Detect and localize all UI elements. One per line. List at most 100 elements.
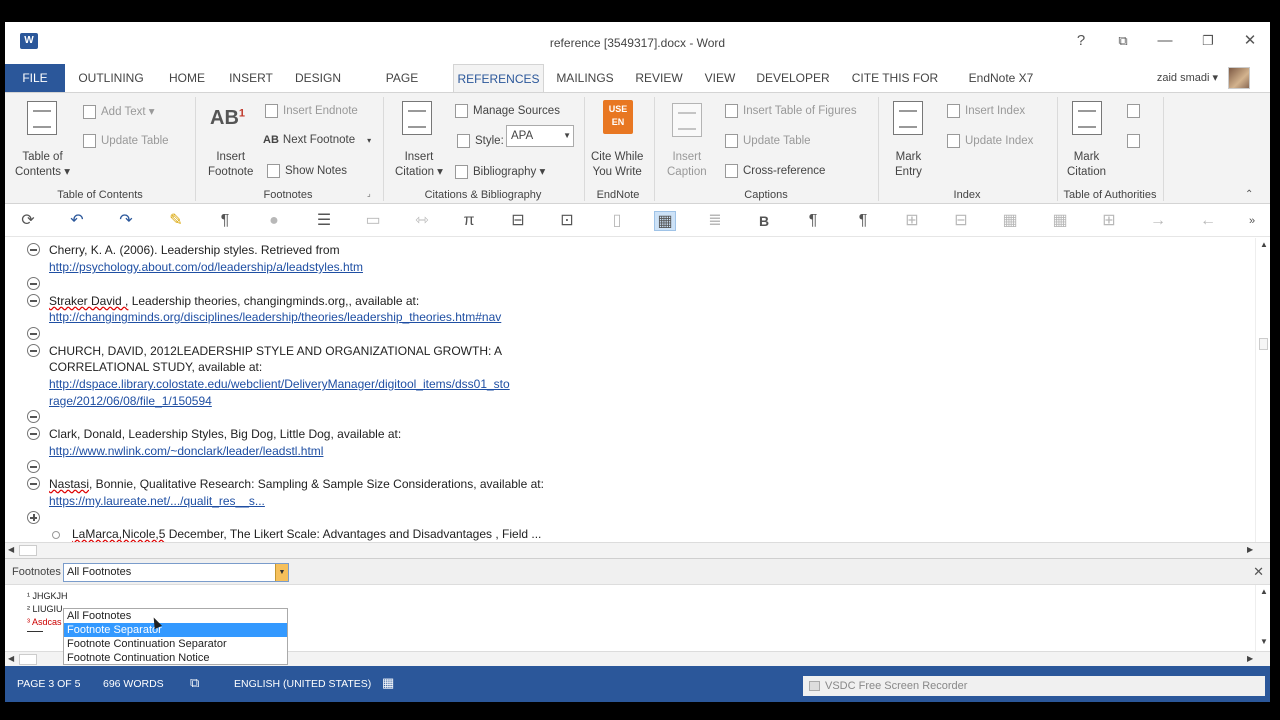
circle-icon[interactable]: ● [263, 211, 285, 231]
footnote-line[interactable]: ¹ JHGKJH [27, 591, 68, 601]
reference-link[interactable]: https://my.laureate.net/.../qualit_res__… [49, 494, 265, 508]
scroll-thumb[interactable] [19, 545, 37, 556]
columns-icon[interactable]: ⊟ [507, 211, 529, 231]
collapse-icon[interactable] [27, 427, 40, 440]
reference-link[interactable]: http://psychology.about.com/od/leadershi… [49, 260, 363, 274]
shading-icon[interactable]: ▭ [362, 211, 384, 231]
scroll-right-icon[interactable]: ▶ [1247, 654, 1253, 663]
reference-link[interactable]: http://changingminds.org/disciplines/lea… [49, 310, 501, 324]
collapse-icon[interactable] [27, 410, 40, 423]
scroll-right-icon[interactable]: ▶ [1247, 545, 1253, 554]
bold-icon[interactable]: B [753, 211, 775, 231]
close-button[interactable]: ✕ [1236, 30, 1264, 52]
scroll-up-icon[interactable]: ▲ [1260, 240, 1268, 249]
collapse-icon[interactable] [27, 277, 40, 290]
captions-update-table-button[interactable]: Update Table [725, 134, 811, 148]
margins-icon[interactable]: ⇿ [411, 211, 433, 231]
ribbon-display-options-icon[interactable]: ⧉ [1109, 30, 1137, 52]
reference-link[interactable]: http://www.nwlink.com/~donclark/leader/l… [49, 444, 323, 458]
update-authorities-table-icon[interactable] [1127, 134, 1140, 148]
mark-citation-button[interactable]: Mark Citation [1067, 150, 1106, 180]
table-row-icon[interactable]: ⊞ [901, 211, 923, 231]
table-of-contents-button[interactable]: Table of Contents ▾ [15, 150, 70, 180]
tab-cite-this-for-me[interactable]: CITE THIS FOR ME [845, 64, 945, 113]
format-painter-icon[interactable]: ✎ [165, 211, 187, 231]
insert-citation-icon[interactable] [402, 101, 432, 135]
collapse-icon[interactable] [27, 294, 40, 307]
minimize-button[interactable]: — [1151, 30, 1179, 52]
arrow-right-icon[interactable]: → [1147, 211, 1169, 231]
insert-footnote-button[interactable]: Insert Footnote [208, 150, 253, 180]
maximize-button[interactable]: ❐ [1194, 30, 1222, 52]
word-count[interactable]: 696 WORDS [103, 678, 164, 690]
insert-table-of-authorities-icon[interactable] [1127, 104, 1140, 118]
show-notes-button[interactable]: Show Notes [267, 164, 347, 178]
update-index-button[interactable]: Update Index [947, 134, 1033, 148]
collapse-ribbon-icon[interactable]: ⌃ [1245, 189, 1253, 200]
next-footnote-button[interactable]: AB Next Footnote ▾ [263, 134, 371, 146]
endnote-icon[interactable]: USE EN [603, 100, 633, 134]
document-area[interactable]: Cherry, K. A. (2006). Leadership styles.… [5, 238, 1255, 542]
footnotes-vertical-scrollbar[interactable]: ▲ ▼ [1255, 585, 1270, 651]
footnotes-dialog-launcher-icon[interactable]: ⌟ [367, 189, 371, 198]
table-grid-icon[interactable]: ▦ [1049, 211, 1071, 231]
redo-icon[interactable]: ↷ [115, 211, 137, 231]
insert-footnote-icon[interactable]: AB1 [210, 107, 245, 130]
manage-sources-button[interactable]: Manage Sources [455, 104, 560, 118]
proofing-icon[interactable]: ⧉ [190, 675, 199, 691]
arrow-left-icon[interactable]: ← [1197, 211, 1219, 231]
scroll-up-icon[interactable]: ▲ [1260, 587, 1268, 596]
avatar[interactable] [1228, 67, 1250, 89]
pilcrow-icon[interactable]: ¶ [214, 211, 236, 231]
tab-outlining[interactable]: OUTLINING [77, 64, 145, 92]
tab-endnote-x7[interactable]: EndNote X7 [965, 64, 1037, 92]
option-footnote-continuation-notice[interactable]: Footnote Continuation Notice [64, 651, 287, 665]
mark-citation-icon[interactable] [1072, 101, 1102, 135]
collapse-icon[interactable] [27, 243, 40, 256]
document-icon[interactable]: ▯ [606, 211, 628, 231]
table-delete-icon[interactable]: ⊟ [950, 211, 972, 231]
horizontal-scrollbar[interactable]: ◀ ▶ [5, 542, 1270, 558]
tab-file[interactable]: FILE [5, 64, 65, 92]
citation-style-select[interactable]: APA ▼ [506, 125, 574, 147]
collapse-icon[interactable] [27, 477, 40, 490]
tab-home[interactable]: HOME [163, 64, 211, 92]
footnotes-filter-select[interactable]: All Footnotes ▼ [63, 563, 289, 582]
scroll-down-icon[interactable]: ▼ [1260, 637, 1268, 646]
chevron-down-icon[interactable]: ▼ [275, 564, 288, 581]
language-status[interactable]: ENGLISH (UNITED STATES) [234, 678, 371, 690]
insert-index-button[interactable]: Insert Index [947, 104, 1025, 118]
mark-entry-icon[interactable] [893, 101, 923, 135]
cross-reference-button[interactable]: Cross-reference [725, 164, 825, 178]
mark-entry-button[interactable]: Mark Entry [895, 150, 922, 180]
insert-table-icon[interactable]: ▦ [654, 211, 676, 231]
insert-caption-icon[interactable] [672, 103, 702, 137]
tab-design[interactable]: DESIGN [293, 64, 343, 92]
tab-view[interactable]: VIEW [702, 64, 738, 92]
vertical-scrollbar[interactable]: ▲ [1255, 238, 1270, 542]
list-icon[interactable]: ≣ [704, 211, 726, 231]
option-footnote-separator[interactable]: Footnote Separator [64, 623, 287, 637]
update-table-button[interactable]: Update Table [83, 134, 169, 148]
tab-developer[interactable]: DEVELOPER [755, 64, 831, 92]
cite-while-you-write-button[interactable]: Cite While You Write [591, 150, 643, 180]
line-spacing-icon[interactable]: ☰ [313, 211, 335, 231]
macro-record-icon[interactable]: ▦ [382, 675, 394, 691]
tab-page-layout[interactable]: PAGE LAYOUT [361, 64, 443, 113]
table-of-contents-icon[interactable] [27, 101, 57, 135]
tab-review[interactable]: REVIEW [633, 64, 685, 92]
expand-icon[interactable] [27, 511, 40, 524]
scroll-left-icon[interactable]: ◀ [8, 654, 14, 663]
insert-citation-button[interactable]: Insert Citation ▾ [395, 150, 443, 180]
reference-link[interactable]: rage/2012/06/08/file_1/150594 [49, 394, 212, 408]
page-count[interactable]: PAGE 3 OF 5 [17, 678, 80, 690]
collapse-icon[interactable] [27, 344, 40, 357]
rtl-icon[interactable]: ¶ [852, 211, 874, 231]
collapse-icon[interactable] [27, 460, 40, 473]
close-icon[interactable]: ✕ [1253, 564, 1264, 580]
table-split-icon[interactable]: ⊞ [1098, 211, 1120, 231]
footnote-line[interactable]: ³ Asdcas [27, 617, 62, 627]
page-setup-icon[interactable]: ⊡ [556, 211, 578, 231]
insert-table-of-figures-button[interactable]: Insert Table of Figures [725, 104, 857, 118]
scroll-left-icon[interactable]: ◀ [8, 545, 14, 554]
